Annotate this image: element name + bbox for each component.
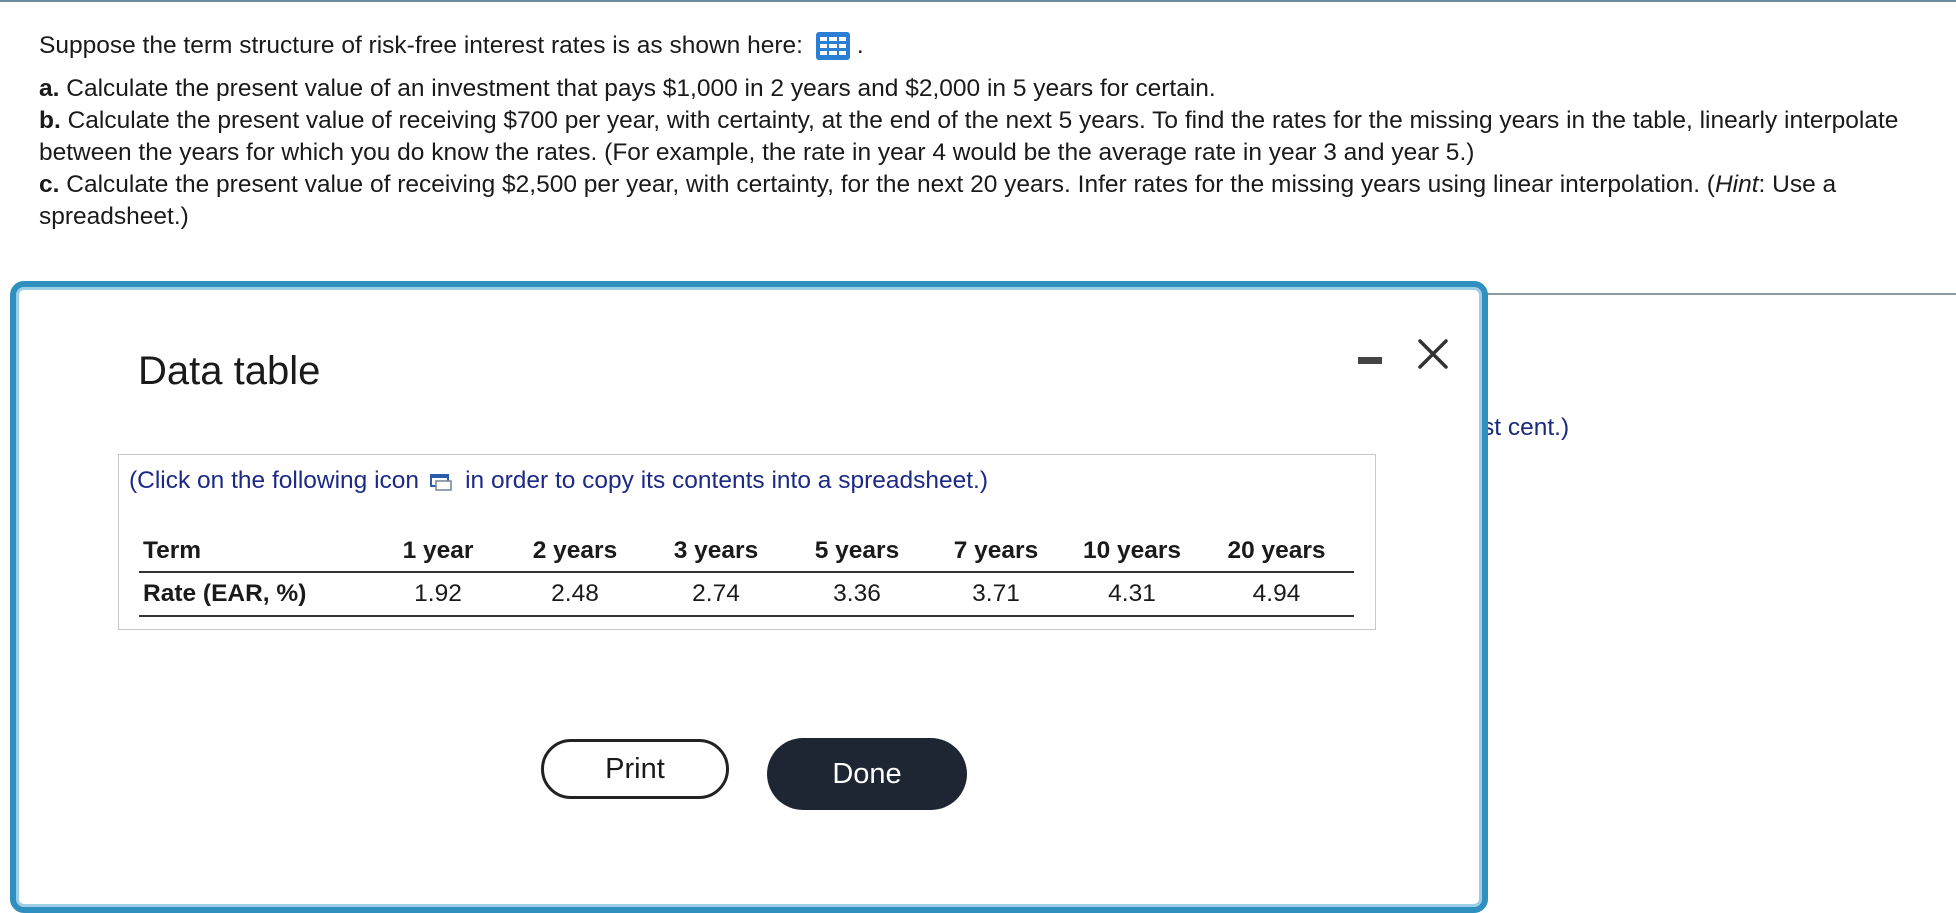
part-b: b. Calculate the present value of receiv… xyxy=(39,105,1929,169)
rate-cell: 3.71 xyxy=(927,572,1065,617)
term-cell: 1 year xyxy=(371,531,505,573)
rate-cell: 4.94 xyxy=(1199,572,1354,617)
minimize-button[interactable] xyxy=(1350,339,1390,379)
part-a-text: Calculate the present value of an invest… xyxy=(66,75,1216,102)
question-text: Suppose the term structure of risk-free … xyxy=(39,30,1929,233)
term-cell: 3 years xyxy=(645,531,787,573)
term-cell: 20 years xyxy=(1199,531,1354,573)
term-cell: 5 years xyxy=(787,531,927,573)
dialog-title: Data table xyxy=(138,349,321,393)
intro-text: Suppose the term structure of risk-free … xyxy=(39,32,803,59)
rate-cell: 3.36 xyxy=(787,572,927,617)
obscured-instruction-text: st cent.) xyxy=(1482,414,1570,441)
part-c-text-1: Calculate the present value of receiving… xyxy=(66,171,1715,198)
rates-table: Term 1 year 2 years 3 years 5 years 7 ye… xyxy=(139,531,1354,617)
copy-to-spreadsheet-icon[interactable] xyxy=(429,471,453,491)
term-row-label: Term xyxy=(139,531,371,573)
table-row: Rate (EAR, %) 1.92 2.48 2.74 3.36 3.71 4… xyxy=(139,572,1354,617)
term-cell: 2 years xyxy=(505,531,645,573)
part-c-label: c. xyxy=(39,171,60,198)
part-a-label: a. xyxy=(39,75,60,102)
close-button[interactable] xyxy=(1408,329,1458,379)
term-cell: 7 years xyxy=(927,531,1065,573)
part-b-text: Calculate the present value of receiving… xyxy=(39,107,1899,166)
print-button[interactable]: Print xyxy=(541,739,729,799)
rate-cell: 2.74 xyxy=(645,572,787,617)
done-button[interactable]: Done xyxy=(767,738,967,810)
data-table-dialog: Data table (Click on the following icon … xyxy=(10,281,1488,913)
rate-cell: 4.31 xyxy=(1065,572,1199,617)
term-cell: 10 years xyxy=(1065,531,1199,573)
rate-cell: 1.92 xyxy=(371,572,505,617)
rate-row-label: Rate (EAR, %) xyxy=(139,572,371,617)
copy-note-after: in order to copy its contents into a spr… xyxy=(465,467,989,494)
copy-note-before: (Click on the following icon xyxy=(129,467,420,494)
top-divider xyxy=(0,0,1956,2)
copy-instructions: (Click on the following icon in order to… xyxy=(129,467,988,495)
part-a: a. Calculate the present value of an inv… xyxy=(39,73,1929,105)
part-c: c. Calculate the present value of receiv… xyxy=(39,169,1929,233)
minimize-icon xyxy=(1358,357,1382,364)
rate-cell: 2.48 xyxy=(505,572,645,617)
data-table-icon[interactable] xyxy=(815,31,851,61)
section-divider xyxy=(1470,293,1956,295)
data-table-container: (Click on the following icon in order to… xyxy=(118,454,1376,630)
table-header-row: Term 1 year 2 years 3 years 5 years 7 ye… xyxy=(139,531,1354,573)
part-b-label: b. xyxy=(39,107,61,134)
close-icon xyxy=(1418,339,1448,369)
intro-suffix: . xyxy=(856,32,864,59)
part-c-hint: Hint xyxy=(1714,171,1759,198)
question-intro: Suppose the term structure of risk-free … xyxy=(39,30,1929,62)
